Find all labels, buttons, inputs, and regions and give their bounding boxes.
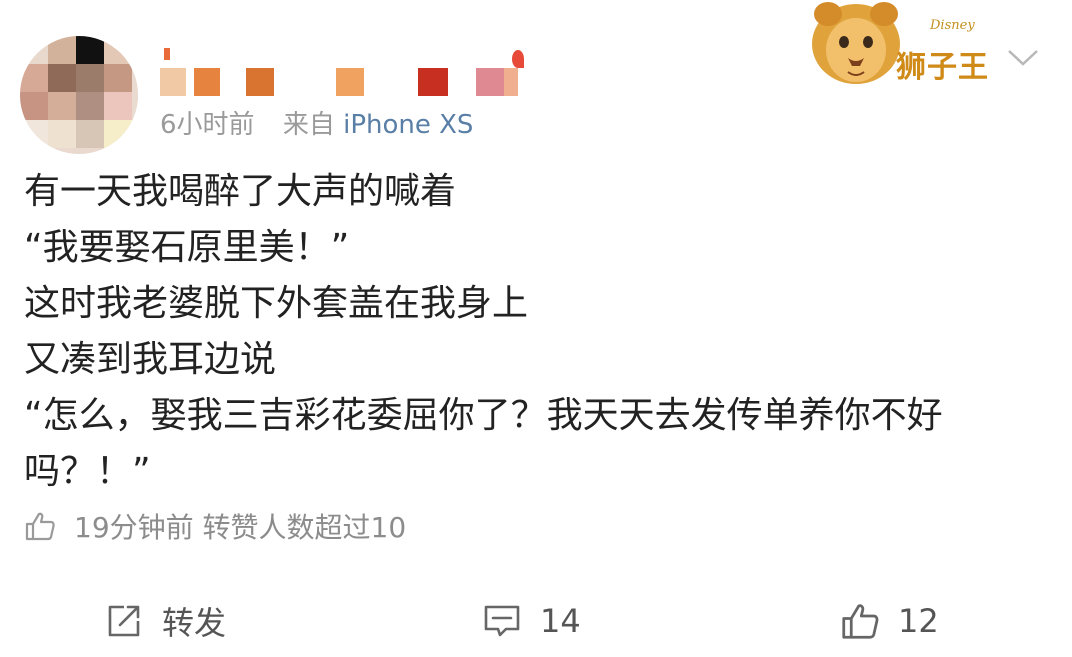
comment-icon [484,605,520,637]
post-body: 有一天我喝醉了大声的喊着 “我要娶石原里美！” 这时我老婆脱下外套盖在我身上 又… [24,164,1054,500]
lion-icon [812,2,900,84]
post-line: 吗？！” [24,451,151,492]
post-meta: 6小时前 来自 iPhone XS [160,104,473,141]
thumbs-up-icon [842,604,879,639]
weibo-post: 6小时前 来自 iPhone XS Disney 狮子王 有一天我喝醉了大声的喊… [0,0,1072,657]
forward-button[interactable]: 转发 [104,595,226,647]
badge-brand: Disney [930,18,975,33]
liked-by-text: 19分钟前 转赞人数超过10 [74,511,407,544]
liked-by-row: 19分钟前 转赞人数超过10 [24,504,406,548]
post-line: “怎么，娶我三吉彩花委屈你了？我天天去发传单养你不好 [24,395,943,436]
username[interactable] [160,46,540,102]
post-time: 6小时前 [160,110,255,140]
like-count: 12 [898,602,939,640]
post-source-prefix: 来自 [282,110,335,140]
post-line: “我要娶石原里美！” [24,227,350,268]
chevron-down-icon[interactable] [1006,46,1040,68]
forward-label: 转发 [162,604,227,642]
comment-count: 14 [540,602,581,640]
post-source-device[interactable]: iPhone XS [343,110,473,140]
share-icon [108,605,140,637]
post-line: 有一天我喝醉了大声的喊着 [24,171,457,212]
like-button[interactable]: 12 [840,595,939,647]
post-line: 这时我老婆脱下外套盖在我身上 [24,283,529,324]
thumbs-up-icon [25,512,55,541]
action-bar: 转发 14 12 [0,595,1072,647]
badge-title: 狮子王 [896,50,989,85]
avatar[interactable] [20,36,138,154]
post-line: 又凑到我耳边说 [24,339,277,380]
comment-button[interactable]: 14 [482,595,581,647]
